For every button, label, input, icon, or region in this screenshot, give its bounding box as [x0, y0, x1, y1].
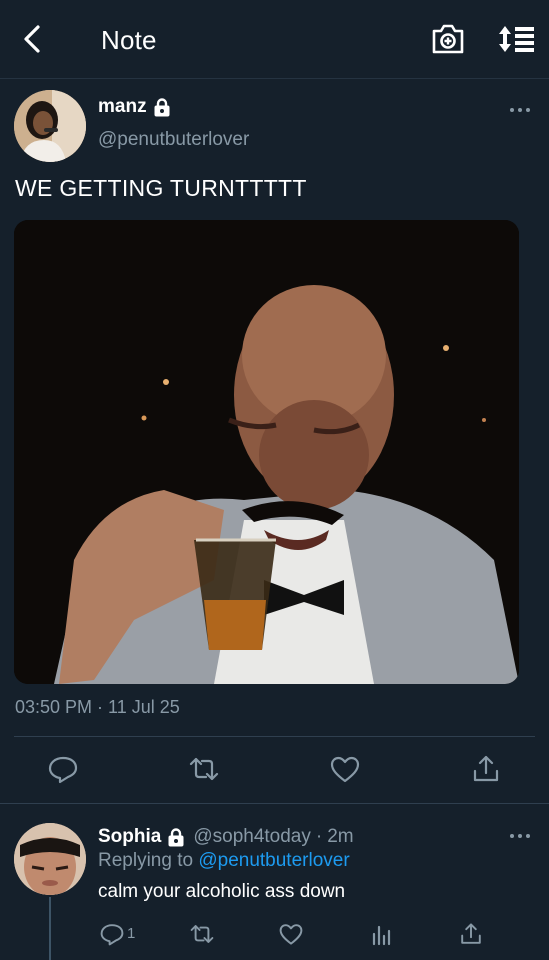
like-icon — [330, 756, 360, 783]
sort-list-icon — [499, 26, 534, 52]
reply-like-button[interactable] — [277, 922, 305, 946]
sort-button[interactable] — [497, 24, 535, 54]
tweet-timestamp: 03:50 PM · 11 Jul 25 — [15, 697, 180, 717]
media-photo — [14, 220, 519, 684]
reply-time: 2m — [327, 826, 354, 847]
more-options-button[interactable] — [508, 104, 532, 116]
like-icon — [279, 924, 303, 945]
reply-analytics-button[interactable] — [367, 922, 395, 946]
reply-icon — [48, 756, 78, 784]
retweet-button[interactable] — [188, 754, 220, 784]
reply-display-name[interactable]: Sophia — [98, 826, 161, 848]
thread-line — [49, 897, 51, 960]
section-separator — [0, 803, 549, 804]
more-dots-icon — [510, 834, 530, 838]
like-button[interactable] — [329, 754, 361, 784]
camera-icon — [432, 24, 464, 54]
analytics-icon — [372, 925, 391, 946]
author-row: manz — [98, 96, 172, 118]
retweet-icon — [190, 925, 214, 943]
reply-profile-photo — [14, 823, 86, 895]
page-title: Note — [101, 25, 157, 55]
reply-count: 1 — [127, 925, 136, 942]
profile-photo — [14, 90, 86, 162]
camera-button[interactable] — [430, 22, 466, 56]
reply-handle[interactable]: @soph4today — [193, 826, 311, 848]
lock-icon — [154, 98, 170, 117]
divider — [14, 736, 535, 737]
share-button[interactable] — [470, 754, 502, 784]
reply-share-button[interactable] — [457, 922, 485, 946]
tweet-media-image[interactable] — [14, 220, 519, 684]
avatar[interactable] — [14, 90, 86, 162]
reply-button[interactable] — [47, 754, 79, 784]
reply-more-options-button[interactable] — [508, 830, 532, 842]
retweet-icon — [189, 757, 219, 781]
reply-reply-button[interactable] — [98, 922, 126, 946]
separator-dot: · — [315, 826, 323, 847]
reply-text: calm your alcoholic ass down — [98, 881, 346, 902]
chevron-left-icon — [24, 25, 40, 53]
back-button[interactable] — [18, 24, 48, 54]
replying-to-link[interactable]: @penutbuterlover — [198, 850, 349, 871]
reply-retweet-button[interactable] — [188, 922, 216, 946]
tweet-text: WE GETTING TURNTTTTT — [15, 175, 307, 201]
share-icon — [461, 923, 481, 944]
lock-icon — [168, 828, 184, 847]
reply-icon — [100, 924, 124, 946]
replying-prefix: Replying to — [98, 850, 194, 871]
reply-avatar[interactable] — [14, 823, 86, 895]
display-name[interactable]: manz — [98, 96, 147, 118]
more-dots-icon — [510, 108, 530, 112]
author-handle[interactable]: @penutbuterlover — [98, 129, 249, 151]
replying-to-line: Replying to @penutbuterlover — [98, 850, 350, 872]
top-bar: Note — [0, 0, 549, 79]
share-icon — [473, 755, 499, 782]
reply-author-row: Sophia @soph4today · 2m — [98, 826, 354, 848]
